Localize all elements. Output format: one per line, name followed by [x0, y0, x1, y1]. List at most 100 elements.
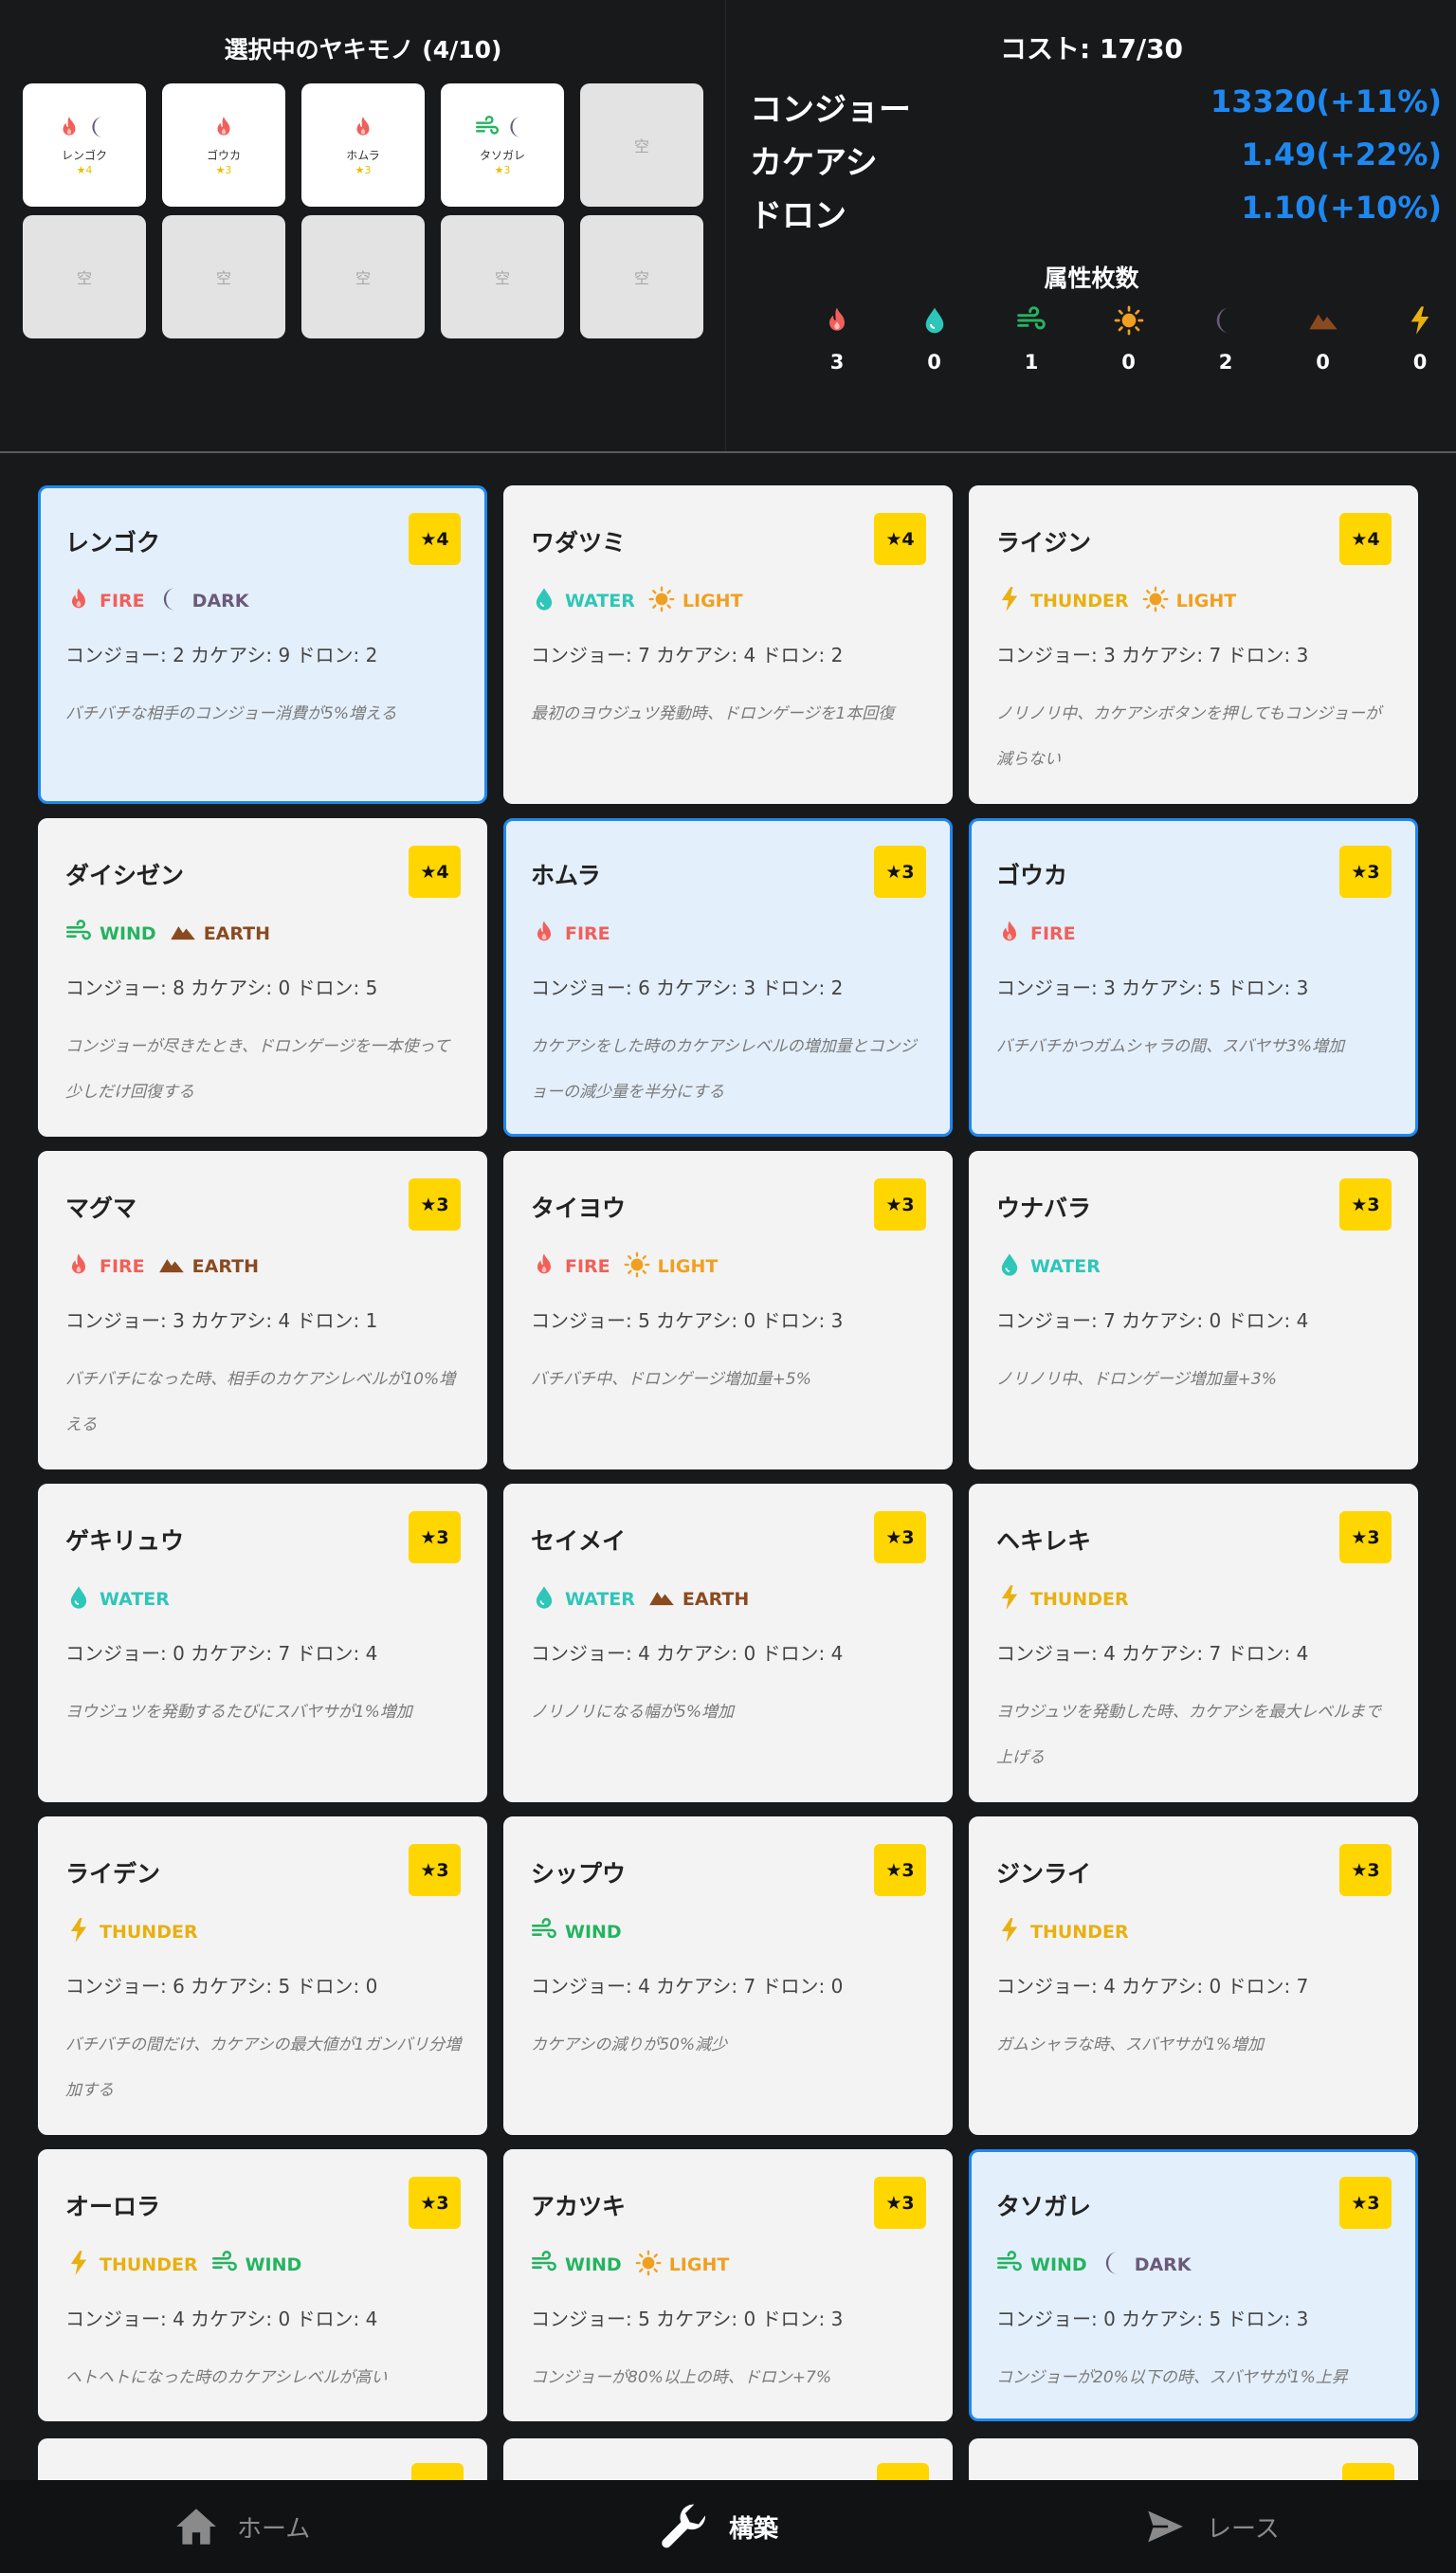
empty-slot[interactable]: 空: [580, 83, 703, 207]
slot-name: ホムラ: [346, 148, 380, 162]
yakimono-card[interactable]: アカツキ ★3 WIND LIGHT コンジョー: 5 カケアシ: 0 ドロン: 3 コン…: [503, 2149, 953, 2421]
yakimono-card[interactable]: ゲキリュウ ★3 WATER コンジョー: 0 カケアシ: 7 ドロン: 4 ヨウジュツ…: [38, 1484, 487, 1802]
card-description: バチバチかつガムシャラの間、スバヤサ3%増加: [996, 1037, 1344, 1056]
empty-slot[interactable]: 空: [23, 215, 146, 338]
type-tag: WIND: [211, 2250, 301, 2280]
slot-name: タソガレ: [479, 148, 525, 162]
yakimono-card[interactable]: ホムラ ★3 FIRE コンジョー: 6 カケアシ: 3 ドロン: 2 カケアシをした時…: [503, 818, 953, 1137]
rarity-badge: ★3: [1339, 1178, 1392, 1231]
type-tags: WIND EARTH: [65, 919, 283, 949]
yakimono-card[interactable]: セイメイ ★3 WATER EARTH コンジョー: 4 カケアシ: 0 ドロン: 4 ノ…: [503, 1484, 953, 1802]
selected-slot[interactable]: レンゴク ★4: [23, 83, 146, 207]
card-name: ダイシゼン: [65, 862, 185, 889]
empty-slot-label: 空: [76, 269, 92, 287]
type-tag: LIGHT: [1142, 586, 1236, 616]
rarity-badge: ★4: [409, 513, 461, 565]
card-stats: コンジョー: 4 カケアシ: 7 ドロン: 4: [996, 1642, 1309, 1665]
nav-item-home[interactable]: ホーム: [173, 2480, 310, 2573]
type-tag: WATER: [996, 1251, 1101, 1282]
type-tags: FIRE: [531, 919, 624, 949]
type-label: EARTH: [191, 1256, 259, 1277]
yakimono-card[interactable]: ウナバラ ★3 WATER コンジョー: 7 カケアシ: 0 ドロン: 4 ノリノリ中、…: [969, 1151, 1418, 1469]
empty-slot[interactable]: 空: [301, 215, 425, 338]
yakimono-card[interactable]: ライデン ★3 THUNDER コンジョー: 6 カケアシ: 5 ドロン: 0 バチバチ…: [38, 1816, 487, 2135]
type-tags: FIRE DARK: [65, 586, 263, 616]
thunder-icon: [65, 2250, 92, 2280]
type-label: FIRE: [1030, 923, 1076, 944]
yakimono-card[interactable]: ライジン ★4 THUNDER LIGHT コンジョー: 3 カケアシ: 7 ドロン: …: [969, 485, 1418, 804]
type-tag: THUNDER: [996, 586, 1129, 616]
empty-slot[interactable]: 空: [580, 215, 703, 338]
card-description: ノリノリ中、カケアシボタンを押してもコンジョーが減らない: [996, 704, 1381, 769]
selected-slot[interactable]: ゴウカ ★3: [162, 83, 285, 207]
type-tag: WIND: [65, 919, 156, 949]
home-icon: [173, 2503, 220, 2550]
mountain-icon: [170, 919, 196, 949]
yakimono-card[interactable]: レンゴク ★4 FIRE DARK コンジョー: 2 カケアシ: 9 ドロン: 2 バチバ…: [38, 485, 487, 804]
type-tag: LIGHT: [635, 2250, 729, 2280]
type-tags: FIRE: [996, 919, 1089, 949]
water-icon: [65, 1584, 92, 1615]
thunder-icon: [65, 1917, 92, 1947]
empty-slot[interactable]: 空: [162, 215, 285, 338]
thunder-icon: [996, 1584, 1023, 1615]
yakimono-card[interactable]: ヘキレキ ★3 THUNDER コンジョー: 4 カケアシ: 7 ドロン: 4 ヨウジュ…: [969, 1484, 1418, 1802]
wind-icon: [531, 2250, 557, 2280]
type-label: FIRE: [100, 1256, 145, 1277]
nav-item-build[interactable]: 構築: [659, 2480, 778, 2573]
mountain-icon: [1285, 301, 1361, 339]
selected-title: 選択中のヤキモノ (4/10): [224, 36, 502, 64]
stat-name: ドロン: [750, 197, 846, 235]
empty-slot-label: 空: [494, 269, 510, 287]
type-tags: WIND LIGHT: [531, 2250, 742, 2280]
selected-slot[interactable]: タソガレ ★3: [441, 83, 564, 207]
sun-icon: [1142, 586, 1169, 616]
type-tag: THUNDER: [65, 2250, 198, 2280]
yakimono-card[interactable]: シップウ ★3 WIND コンジョー: 4 カケアシ: 7 ドロン: 0 カケアシの減り…: [503, 1816, 953, 2135]
wind-icon: [993, 301, 1069, 339]
type-label: THUNDER: [1030, 591, 1129, 611]
rarity-badge: ★3: [1339, 846, 1392, 898]
card-description: バチバチな相手のコンジョー消費が5%増える: [65, 704, 397, 723]
yakimono-card[interactable]: ダイシゼン ★4 WIND EARTH コンジョー: 8 カケアシ: 0 ドロン: 5 コ…: [38, 818, 487, 1137]
attribute-count: 1: [993, 301, 1069, 374]
rarity-badge: ★3: [1339, 1844, 1392, 1896]
water-icon: [531, 586, 557, 616]
yakimono-card[interactable]: ジンライ ★3 THUNDER コンジョー: 4 カケアシ: 0 ドロン: 7 ガムシャ…: [969, 1816, 1418, 2135]
moon-icon: [505, 115, 530, 143]
type-tags: WATER EARTH: [531, 1584, 762, 1615]
card-stats: コンジョー: 4 カケアシ: 0 ドロン: 4: [531, 1642, 844, 1665]
card-description: ヨウジュツを発動するたびにスバヤサが1%増加: [65, 1703, 412, 1722]
nav-label: ホーム: [237, 2514, 311, 2544]
yakimono-card[interactable]: ゴウカ ★3 FIRE コンジョー: 3 カケアシ: 5 ドロン: 3 バチバチかつガム…: [969, 818, 1418, 1137]
fire-icon: [57, 115, 82, 143]
wind-icon: [531, 1917, 557, 1947]
yakimono-card[interactable]: オーロラ ★3 THUNDER WIND コンジョー: 4 カケアシ: 0 ドロン: 4…: [38, 2149, 487, 2421]
attribute-count: 3: [799, 301, 875, 374]
yakimono-card[interactable]: マグマ ★3 FIRE EARTH コンジョー: 3 カケアシ: 4 ドロン: 1 バチバ…: [38, 1151, 487, 1469]
type-label: THUNDER: [100, 1922, 198, 1943]
empty-slot[interactable]: 空: [441, 215, 564, 338]
yakimono-card[interactable]: ワダツミ ★4 WATER LIGHT コンジョー: 7 カケアシ: 4 ドロン: 2 最…: [503, 485, 953, 804]
type-label: WATER: [100, 1589, 170, 1610]
nav-item-race[interactable]: レース: [1142, 2480, 1280, 2573]
thunder-icon: [996, 586, 1023, 616]
yakimono-card[interactable]: タイヨウ ★3 FIRE LIGHT コンジョー: 5 カケアシ: 0 ドロン: 3 バチ…: [503, 1151, 953, 1469]
type-tags: WATER: [65, 1584, 183, 1615]
type-tag: DARK: [158, 586, 249, 616]
card-stats: コンジョー: 7 カケアシ: 4 ドロン: 2: [531, 644, 844, 666]
attribute-count-value: 0: [1316, 351, 1330, 374]
stat-row-konjo: コンジョー 13320(+11%): [750, 83, 1442, 131]
type-label: FIRE: [565, 923, 610, 944]
rarity-badge: ★3: [874, 2177, 926, 2229]
type-tags: THUNDER: [996, 1917, 1142, 1947]
type-tag: EARTH: [158, 1251, 259, 1282]
card-description: バチバチ中、ドロンゲージ増加量+5%: [531, 1370, 811, 1389]
type-label: THUNDER: [1030, 1922, 1129, 1943]
type-label: WATER: [565, 591, 635, 611]
card-name: ゲキリュウ: [65, 1527, 185, 1555]
selected-slot[interactable]: ホムラ ★3: [301, 83, 425, 207]
moon-icon: [158, 586, 185, 616]
yakimono-card[interactable]: タソガレ ★3 WIND DARK コンジョー: 0 カケアシ: 5 ドロン: 3 コンジ…: [969, 2149, 1418, 2421]
attribute-count-value: 0: [927, 351, 941, 374]
